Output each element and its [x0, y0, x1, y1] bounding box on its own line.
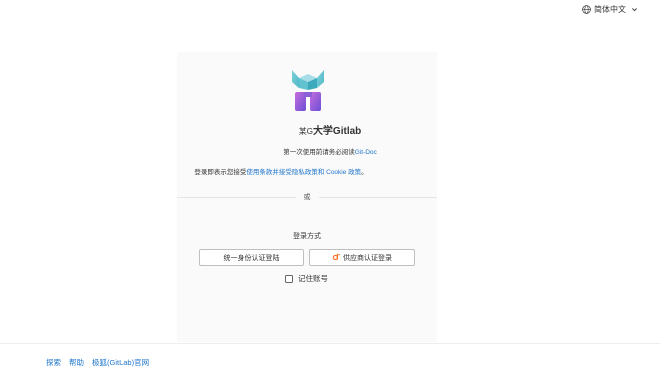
git-doc-link[interactable]: Git-Doc [355, 149, 377, 156]
provider-auth-label: 供应商认证登录 [343, 254, 392, 262]
title-main: 大学Gitlab [312, 126, 362, 137]
gitlab-university-logo [289, 68, 327, 114]
remember-checkbox[interactable] [285, 274, 293, 283]
footer-divider [0, 343, 660, 344]
terms-policy-link[interactable]: 使用条款并接受隐私政策和 Cookie 政策 [246, 169, 361, 176]
footer-link-explore[interactable]: 探索 [46, 357, 61, 368]
remember-account[interactable]: 记住账号 [285, 273, 328, 284]
divider-line-right [318, 197, 437, 198]
page-title: 某G大学Gitlab [0, 122, 660, 137]
language-label: 简体中文 [594, 4, 626, 14]
unified-auth-login-button[interactable]: 统一身份认证登陆 [199, 249, 304, 266]
footer-links: 探索 帮助 极狐(GitLab)官网 [46, 357, 149, 368]
language-selector[interactable]: 简体中文 [582, 3, 638, 15]
footer-link-jihu-site[interactable]: 极狐(GitLab)官网 [92, 357, 149, 368]
login-method-label: 登录方式 [293, 233, 321, 240]
terms-prefix: 登录即表示您接受 [194, 169, 247, 176]
first-use-notice: 第一次使用前请务必阅读Git-Doc [0, 146, 660, 156]
title-prefix: 某G [298, 127, 313, 136]
divider-line-left [177, 197, 296, 198]
provider-logo-icon [332, 253, 340, 263]
terms-suffix: 。 [361, 169, 368, 176]
provider-auth-login-button[interactable]: 供应商认证登录 [309, 249, 415, 266]
remember-label: 记住账号 [298, 274, 328, 283]
terms-notice: 登录即表示您接受使用条款并接受隐私政策和 Cookie 政策。 [0, 166, 562, 176]
globe-icon [582, 4, 591, 14]
divider-text: 或 [303, 194, 311, 201]
or-divider: 或 [177, 194, 437, 201]
unified-auth-label: 统一身份认证登陆 [223, 254, 280, 262]
footer-link-help[interactable]: 帮助 [69, 357, 84, 368]
chevron-down-icon [631, 6, 638, 13]
notice-text: 第一次使用前请务必阅读 [283, 149, 355, 156]
